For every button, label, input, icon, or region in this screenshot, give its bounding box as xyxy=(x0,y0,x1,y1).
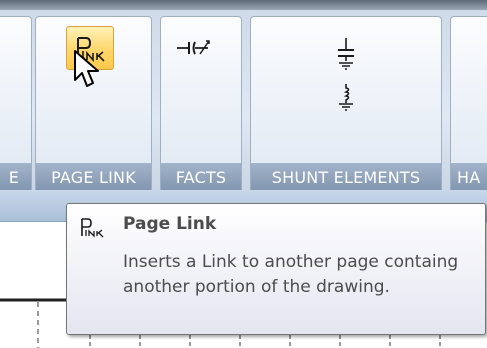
mouse-pointer-icon xyxy=(74,50,99,87)
page-link-tooltip: Page Link Inserts a Link to another page… xyxy=(66,203,486,335)
ribbon-group-page-link: PAGE LINK xyxy=(35,16,152,194)
ribbon-group-previous: E xyxy=(0,16,32,194)
shunt-ground-icon[interactable] xyxy=(335,37,357,71)
page-link-icon xyxy=(81,218,104,238)
ribbon: E PAGE LINK FACTS SHUNT ELEMENTS HA xyxy=(0,10,487,194)
ribbon-group-next: HA xyxy=(450,16,487,194)
shunt-inductor-icon[interactable] xyxy=(336,83,356,111)
series-capacitor-icon[interactable] xyxy=(176,39,212,57)
ribbon-group-label: FACTS xyxy=(161,163,241,193)
tooltip-title: Page Link xyxy=(123,214,217,234)
ribbon-group-label: SHUNT ELEMENTS xyxy=(251,163,441,193)
window-top-bar xyxy=(0,0,487,10)
ribbon-group-facts: FACTS xyxy=(160,16,242,194)
ribbon-group-label: PAGE LINK xyxy=(36,163,151,193)
ribbon-group-label: E xyxy=(0,163,31,193)
ribbon-group-label: HA xyxy=(451,163,487,193)
ribbon-group-shunt-elements: SHUNT ELEMENTS xyxy=(250,16,442,194)
tooltip-description: Inserts a Link to another page containg … xyxy=(123,252,459,297)
